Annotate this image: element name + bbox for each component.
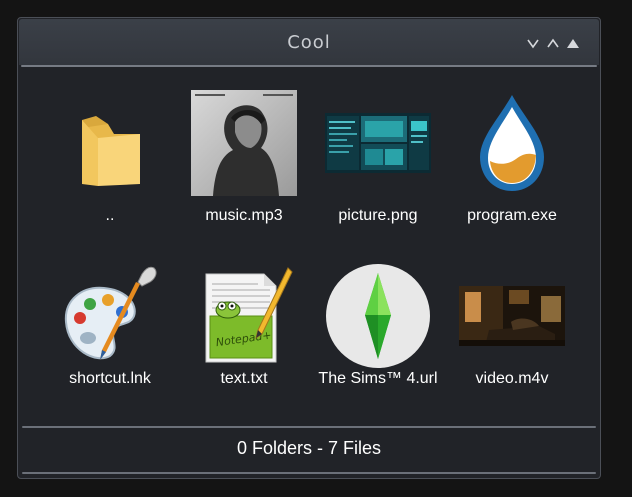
file-grid: .. music.mp3 picture.png program.exe sho… [18,18,602,418]
folder-icon [45,88,175,198]
footer-divider-top [22,426,596,428]
file-name: video.m4v [475,370,549,387]
video-thumbnail [447,261,577,371]
paint-palette-icon [45,261,175,371]
file-name: shortcut.lnk [69,370,151,387]
status-text: 0 Folders - 7 Files [236,438,382,458]
file-name: music.mp3 [205,207,283,224]
footer-divider-bottom [22,472,596,474]
file-name: program.exe [467,207,557,224]
file-window: Cool .. music.mp3 picture.png program.ex… [17,17,601,479]
file-name: The Sims™ 4.url [318,370,438,387]
screenshot-thumbnail [313,88,443,198]
file-name: text.txt [220,370,268,387]
notepad-plus-plus-icon: Notepad+ [179,261,309,371]
file-name: .. [105,207,115,224]
droplet-app-icon [447,88,577,198]
file-name: picture.png [338,207,418,224]
album-art-thumbnail [179,88,309,198]
sims-plumbob-icon [313,261,443,371]
